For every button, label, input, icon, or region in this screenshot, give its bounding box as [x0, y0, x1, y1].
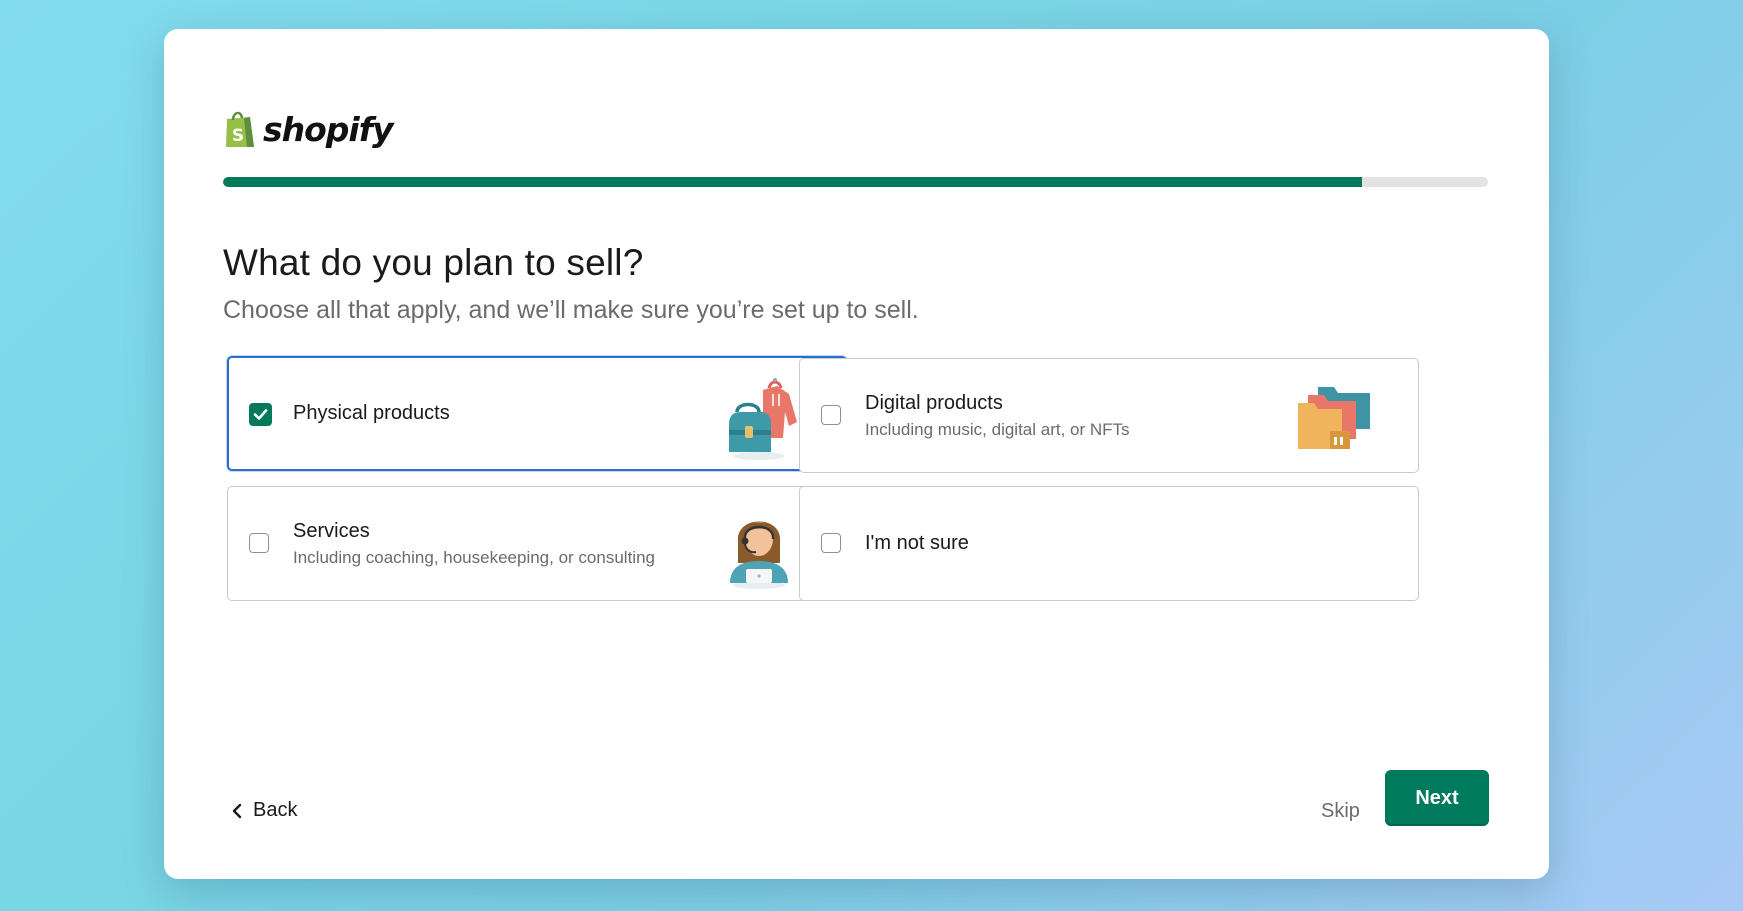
option-digital-products[interactable]: Digital products Including music, digita… — [799, 358, 1419, 473]
checkbox-digital-products[interactable] — [821, 405, 841, 425]
option-title: Physical products — [293, 402, 450, 424]
back-label: Back — [253, 799, 298, 821]
back-button[interactable]: Back — [231, 799, 297, 822]
option-description: Including music, digital art, or NFTs — [865, 419, 1130, 439]
checkmark-icon — [253, 409, 268, 420]
digital-products-folders-icon — [1298, 387, 1370, 449]
progress-bar — [223, 177, 1488, 187]
brand-name: shopify — [263, 109, 394, 149]
checkbox-services[interactable] — [249, 533, 269, 553]
progress-fill — [223, 177, 1362, 187]
option-description: Including coaching, housekeeping, or con… — [293, 547, 655, 567]
next-button[interactable]: Next — [1385, 770, 1489, 826]
shopify-logo: S shopify — [223, 109, 394, 149]
next-label: Next — [1415, 786, 1459, 809]
chevron-left-icon — [232, 803, 242, 818]
option-services[interactable]: Services Including coaching, housekeepin… — [227, 486, 847, 601]
physical-products-illustration-icon — [729, 378, 797, 460]
services-person-headset-icon — [730, 521, 788, 589]
checkbox-not-sure[interactable] — [821, 533, 841, 553]
page-subtitle: Choose all that apply, and we’ll make su… — [223, 296, 919, 324]
option-physical-products[interactable]: Physical products — [227, 356, 847, 471]
option-not-sure[interactable]: I'm not sure — [799, 486, 1419, 601]
option-title: Digital products — [865, 391, 1003, 414]
shopify-bag-icon: S — [226, 111, 254, 147]
option-title: I'm not sure — [865, 532, 969, 554]
option-title: Services — [293, 519, 370, 542]
page-title: What do you plan to sell? — [223, 242, 644, 283]
checkbox-physical-products[interactable] — [249, 403, 272, 426]
onboarding-card: S shopify What do you plan to sell? Choo… — [164, 29, 1549, 879]
svg-text:S: S — [232, 126, 244, 146]
skip-button[interactable]: Skip — [1321, 800, 1360, 823]
